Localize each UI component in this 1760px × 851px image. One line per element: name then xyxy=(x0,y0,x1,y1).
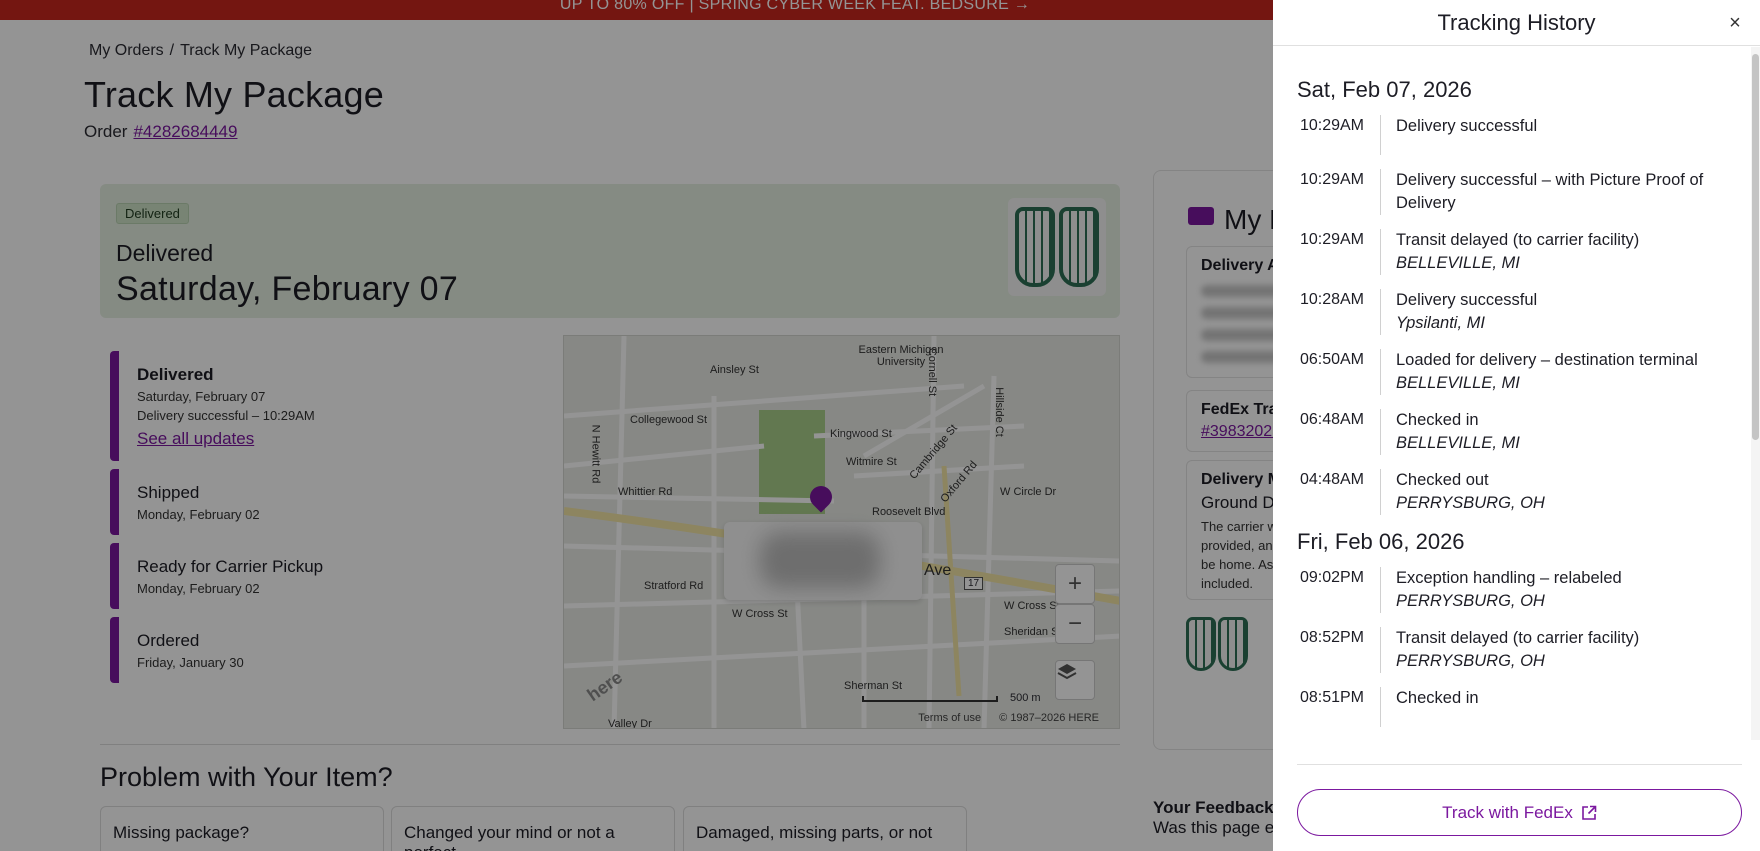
event-status: Transit delayed (to carrier facility) xyxy=(1396,629,1640,647)
event-time: 06:48AM xyxy=(1299,411,1364,428)
event-location: Ypsilanti, MI xyxy=(1396,314,1485,332)
event-details: Checked in xyxy=(1380,687,1710,727)
event-details: Transit delayed (to carrier facility) BE… xyxy=(1380,229,1710,275)
event-time: 08:52PM xyxy=(1299,629,1364,646)
event-status: Delivery successful xyxy=(1396,117,1538,135)
close-icon[interactable]: × xyxy=(1722,10,1748,36)
event-details: Delivery successful xyxy=(1380,115,1710,155)
tracking-event: 08:51PM Checked in xyxy=(1273,687,1751,727)
tracking-event: 09:02PM Exception handling – relabeled P… xyxy=(1273,567,1751,613)
event-location: BELLEVILLE, MI xyxy=(1396,254,1520,272)
event-location: PERRYSBURG, OH xyxy=(1396,592,1545,610)
drawer-scrollbar[interactable] xyxy=(1751,47,1760,740)
event-status: Checked in xyxy=(1396,411,1479,429)
tracking-event: 10:29AM Transit delayed (to carrier faci… xyxy=(1273,229,1751,275)
event-time: 10:28AM xyxy=(1299,291,1364,308)
event-status: Loaded for delivery – destination termin… xyxy=(1396,351,1698,369)
event-details: Loaded for delivery – destination termin… xyxy=(1380,349,1710,395)
event-location: BELLEVILLE, MI xyxy=(1396,434,1520,452)
event-details: Transit delayed (to carrier facility) PE… xyxy=(1380,627,1710,673)
event-time: 10:29AM xyxy=(1299,231,1364,248)
event-status: Delivery successful xyxy=(1396,291,1538,309)
event-location: PERRYSBURG, OH xyxy=(1396,494,1545,512)
event-details: Checked in BELLEVILLE, MI xyxy=(1380,409,1710,455)
event-time: 10:29AM xyxy=(1299,117,1364,134)
event-time: 06:50AM xyxy=(1299,351,1364,368)
event-details: Delivery successful Ypsilanti, MI xyxy=(1380,289,1710,335)
event-time: 10:29AM xyxy=(1299,171,1364,188)
day-heading: Sat, Feb 07, 2026 xyxy=(1297,77,1472,102)
event-status: Transit delayed (to carrier facility) xyxy=(1396,231,1640,249)
event-time: 04:48AM xyxy=(1299,471,1364,488)
event-status: Delivery successful – with Picture Proof… xyxy=(1396,171,1704,212)
drawer-scrollbar-thumb[interactable] xyxy=(1752,54,1759,440)
event-status: Checked in xyxy=(1396,689,1479,707)
event-location: BELLEVILLE, MI xyxy=(1396,374,1520,392)
tracking-event: 04:48AM Checked out PERRYSBURG, OH xyxy=(1273,469,1751,515)
event-details: Delivery successful – with Picture Proof… xyxy=(1380,169,1710,215)
event-time: 09:02PM xyxy=(1299,569,1364,586)
event-details: Checked out PERRYSBURG, OH xyxy=(1380,469,1710,515)
event-location: PERRYSBURG, OH xyxy=(1396,652,1545,670)
event-status: Checked out xyxy=(1396,471,1489,489)
track-with-fedex-label: Track with FedEx xyxy=(1442,802,1573,822)
tracking-history-drawer: Tracking History × Sat, Feb 07, 2026 10:… xyxy=(1273,0,1760,851)
track-with-fedex-button[interactable]: Track with FedEx xyxy=(1297,789,1742,836)
drawer-title: Tracking History xyxy=(1437,10,1596,35)
day-heading: Fri, Feb 06, 2026 xyxy=(1297,529,1465,554)
event-status: Exception handling – relabeled xyxy=(1396,569,1622,587)
event-details: Exception handling – relabeled PERRYSBUR… xyxy=(1380,567,1710,613)
tracking-event: 10:29AM Delivery successful xyxy=(1273,115,1751,155)
tracking-event: 10:29AM Delivery successful – with Pictu… xyxy=(1273,169,1751,215)
tracking-history-list[interactable]: Sat, Feb 07, 2026 10:29AM Delivery succe… xyxy=(1273,47,1751,740)
tracking-event: 10:28AM Delivery successful Ypsilanti, M… xyxy=(1273,289,1751,335)
tracking-event: 06:48AM Checked in BELLEVILLE, MI xyxy=(1273,409,1751,455)
external-link-icon xyxy=(1582,805,1597,820)
tracking-event: 06:50AM Loaded for delivery – destinatio… xyxy=(1273,349,1751,395)
event-time: 08:51PM xyxy=(1299,689,1364,706)
drawer-footer-divider xyxy=(1297,764,1742,765)
drawer-header: Tracking History × xyxy=(1273,0,1760,46)
tracking-event: 08:52PM Transit delayed (to carrier faci… xyxy=(1273,627,1751,673)
